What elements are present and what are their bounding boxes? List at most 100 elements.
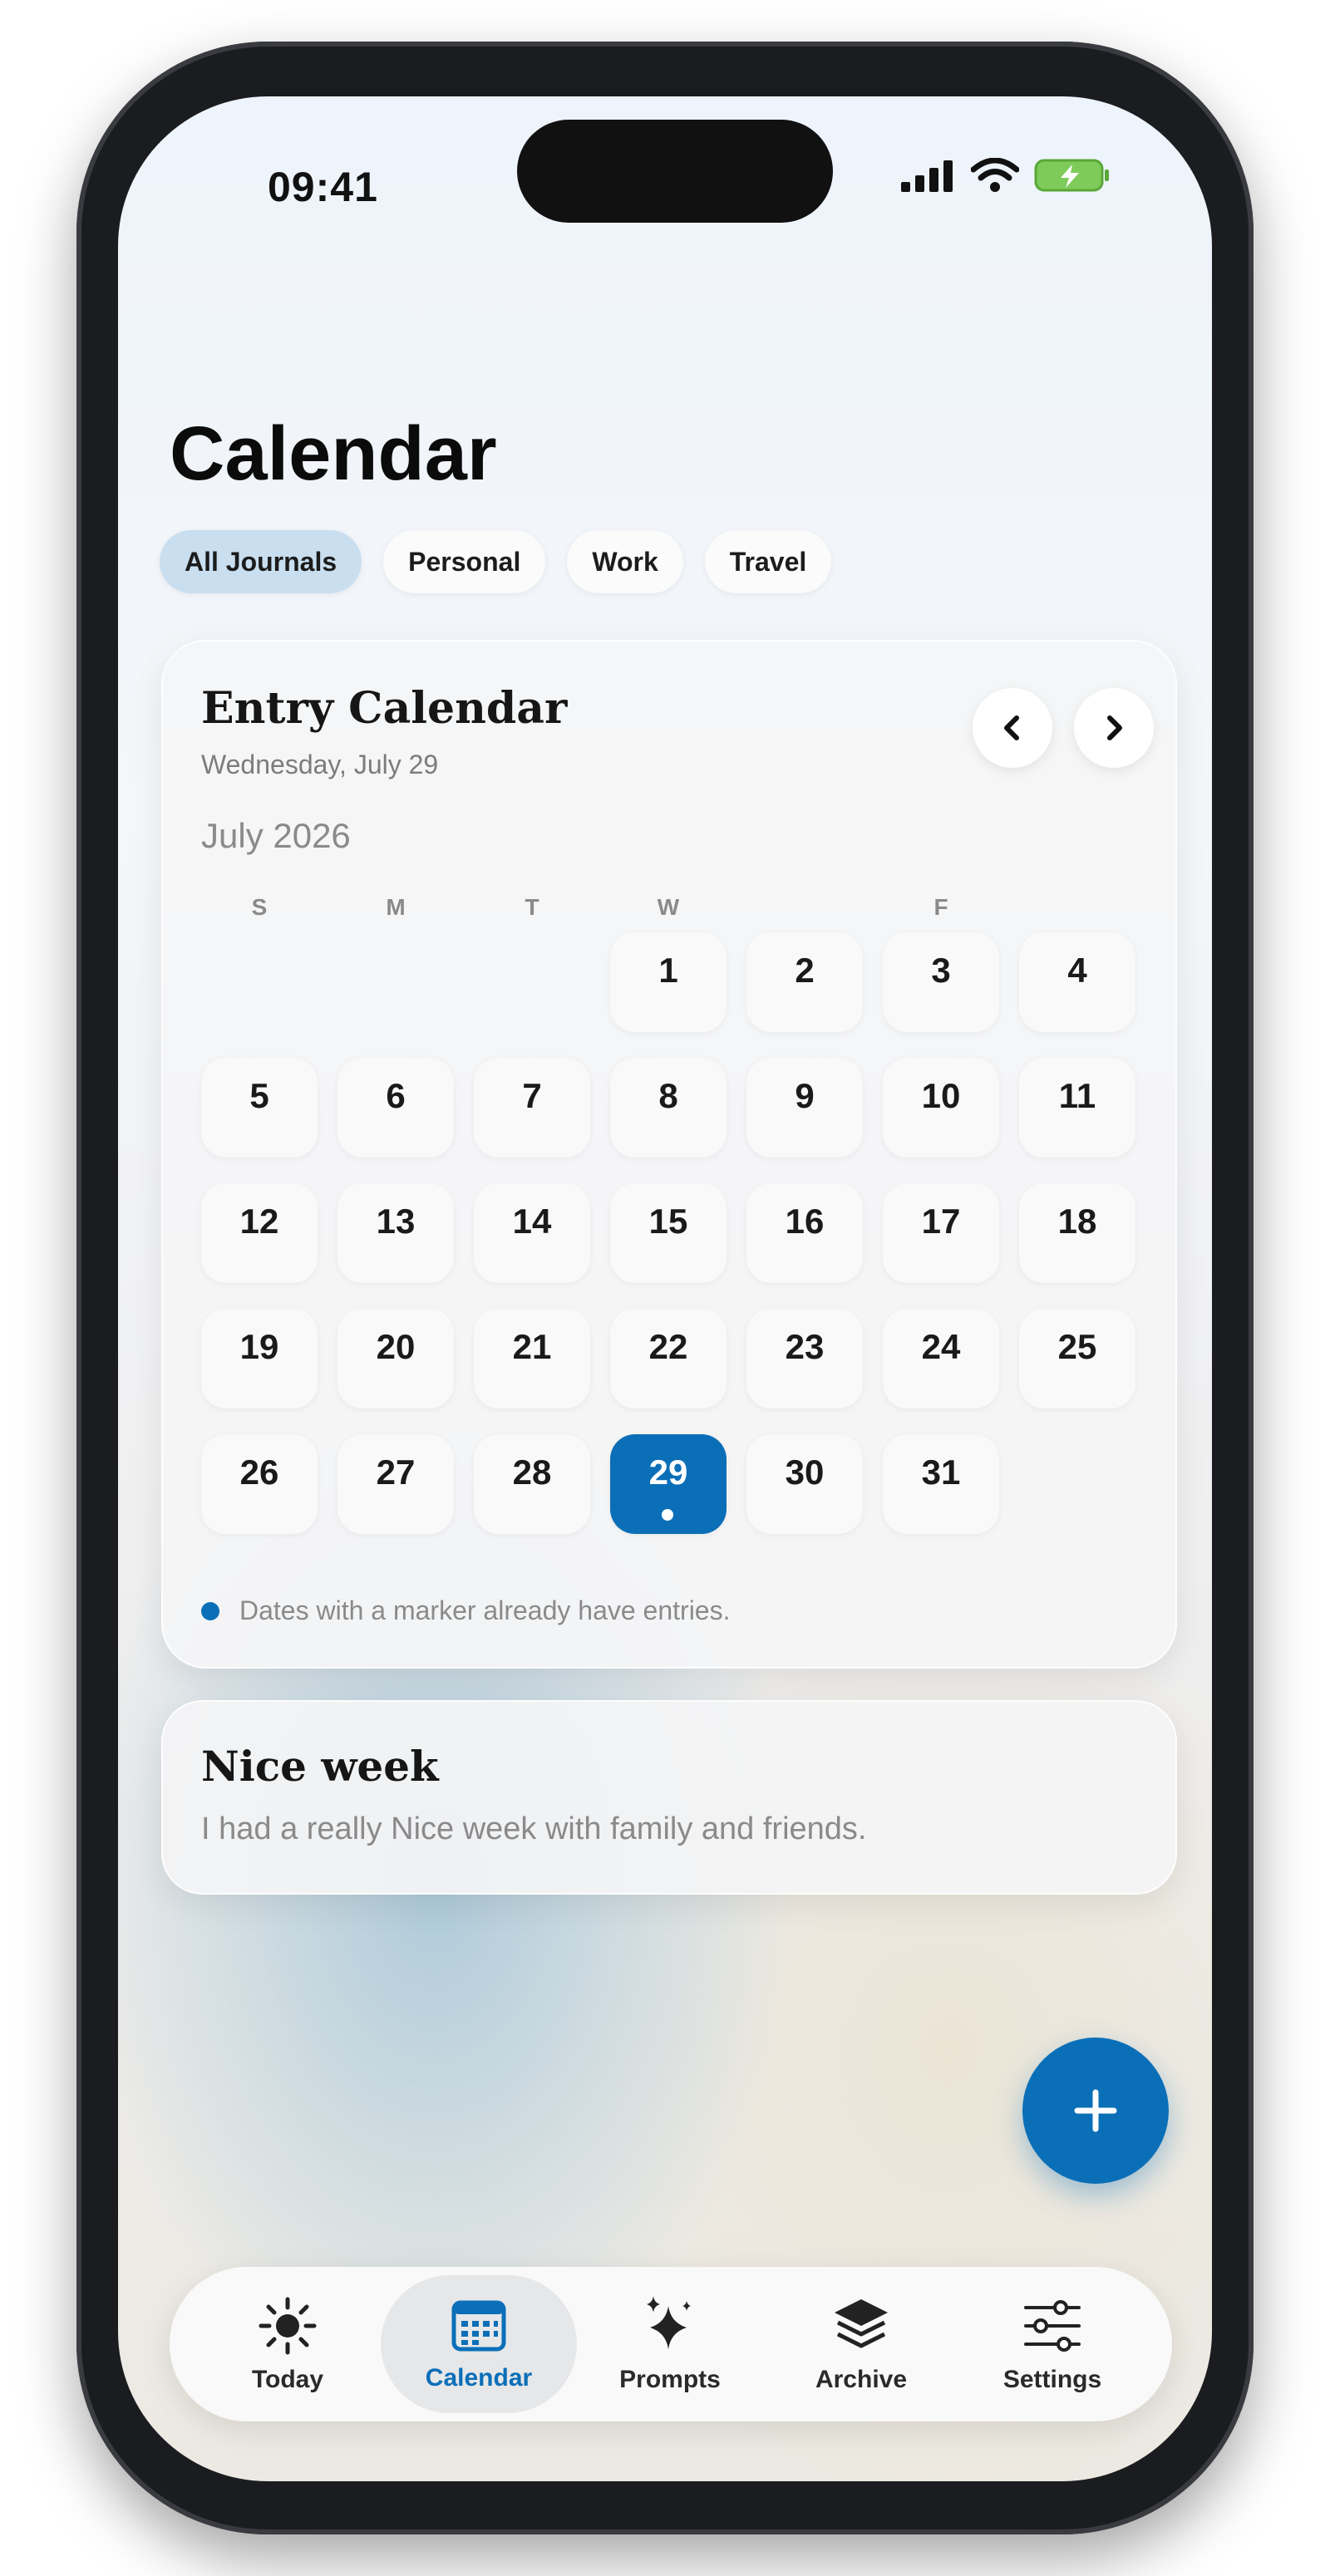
- weekday-header: M: [386, 894, 406, 920]
- calendar-day[interactable]: 7: [474, 1058, 590, 1158]
- calendar-icon: [451, 2300, 506, 2352]
- calendar-day[interactable]: 27: [337, 1434, 454, 1534]
- day-number: 18: [1057, 1202, 1097, 1241]
- day-number: 28: [512, 1453, 552, 1492]
- calendar-day[interactable]: 2: [746, 932, 863, 1032]
- status-icons: [901, 158, 1111, 193]
- calendar-day[interactable]: 15: [610, 1183, 727, 1283]
- calendar-day[interactable]: 9: [746, 1058, 863, 1158]
- entry-title: Nice week: [201, 1742, 439, 1791]
- day-number: 26: [239, 1453, 279, 1492]
- weekday-header: W: [657, 894, 680, 920]
- day-number: 20: [376, 1327, 416, 1366]
- calendar-day[interactable]: 24: [883, 1309, 999, 1408]
- calendar-day[interactable]: 22: [610, 1309, 727, 1408]
- day-number: 22: [648, 1327, 688, 1366]
- calendar-day[interactable]: 13: [337, 1183, 454, 1283]
- tab-archive[interactable]: Archive: [763, 2275, 959, 2413]
- chip-personal[interactable]: Personal: [383, 530, 546, 593]
- calendar-day[interactable]: 16: [746, 1183, 863, 1283]
- entry-preview: I had a really Nice week with family and…: [201, 1812, 867, 1846]
- tab-calendar[interactable]: Calendar: [381, 2275, 577, 2413]
- tab-label: Prompts: [619, 2366, 721, 2393]
- tab-today[interactable]: Today: [190, 2275, 386, 2413]
- day-number: 24: [921, 1327, 961, 1366]
- chip-all-journals[interactable]: All Journals: [160, 530, 362, 593]
- weekday-header: F: [933, 894, 948, 920]
- day-number: 27: [376, 1453, 416, 1492]
- calendar-day[interactable]: 10: [883, 1058, 999, 1158]
- calendar-day[interactable]: 11: [1019, 1058, 1135, 1158]
- calendar-day[interactable]: 28: [474, 1434, 590, 1534]
- entry-marker-dot: [201, 1601, 219, 1620]
- tab-bar: Today Calendar Prompts Archive Settings: [170, 2267, 1172, 2421]
- calendar-day[interactable]: 20: [337, 1309, 454, 1408]
- calendar-day[interactable]: 23: [746, 1309, 863, 1408]
- calendar-day[interactable]: 5: [201, 1058, 318, 1158]
- calendar-day[interactable]: 6: [337, 1058, 454, 1158]
- day-number: 17: [921, 1202, 961, 1241]
- day-number: 29: [648, 1453, 688, 1492]
- day-number: 3: [931, 951, 951, 990]
- sparkles-icon: [647, 2296, 691, 2349]
- selected-date-label: Wednesday, July 29: [201, 750, 439, 779]
- day-number: 31: [921, 1453, 961, 1492]
- day-number: 8: [658, 1076, 678, 1115]
- entry-marker-dot: [662, 1509, 673, 1521]
- calendar-day[interactable]: 31: [883, 1434, 999, 1534]
- calendar-day[interactable]: 26: [201, 1434, 318, 1534]
- battery-charging-icon: [1034, 159, 1109, 192]
- day-number: 1: [658, 951, 678, 990]
- journal-entry-card[interactable]: Nice week I had a really Nice week with …: [161, 1700, 1177, 1895]
- day-number: 5: [249, 1076, 269, 1115]
- calendar-day[interactable]: 4: [1019, 932, 1135, 1032]
- chip-travel[interactable]: Travel: [704, 530, 832, 593]
- day-number: 19: [239, 1327, 279, 1366]
- day-number: 9: [795, 1076, 815, 1115]
- chevron-right-icon: [1107, 715, 1122, 740]
- entry-calendar-card: Entry Calendar Wednesday, July 29 July 2…: [161, 640, 1177, 1669]
- tab-settings[interactable]: Settings: [954, 2275, 1150, 2413]
- day-number: 16: [785, 1202, 825, 1241]
- day-number: 21: [512, 1327, 552, 1366]
- chip-work[interactable]: Work: [567, 530, 683, 593]
- signal-icon: [901, 160, 953, 192]
- calendar-day[interactable]: 30: [746, 1434, 863, 1534]
- day-number: 30: [785, 1453, 825, 1492]
- day-number: 14: [512, 1202, 552, 1241]
- new-entry-button[interactable]: [1022, 2038, 1169, 2184]
- status-time: 09:41: [268, 164, 378, 210]
- previous-month-button[interactable]: [973, 688, 1052, 768]
- chevron-left-icon: [1004, 715, 1019, 740]
- calendar-day-selected[interactable]: 29: [610, 1434, 727, 1534]
- page-title: Calendar: [170, 411, 497, 496]
- calendar-day[interactable]: 8: [610, 1058, 727, 1158]
- sun-icon: [259, 2297, 317, 2355]
- day-number: 15: [648, 1202, 688, 1241]
- calendar-day[interactable]: 3: [883, 932, 999, 1032]
- calendar-day[interactable]: 14: [474, 1183, 590, 1283]
- plus-icon: [1074, 2089, 1117, 2132]
- tab-prompts[interactable]: Prompts: [572, 2275, 768, 2413]
- tab-label: Calendar: [425, 2364, 533, 2392]
- day-number: 13: [376, 1202, 416, 1241]
- tab-label: Archive: [815, 2366, 908, 2393]
- weekday-header: T: [525, 894, 539, 920]
- calendar-day[interactable]: 19: [201, 1309, 318, 1408]
- entries-legend: Dates with a marker already have entries…: [201, 1595, 730, 1626]
- day-number: 12: [239, 1202, 279, 1241]
- day-number: 7: [522, 1076, 542, 1115]
- calendar-day[interactable]: 12: [201, 1183, 318, 1283]
- legend-text: Dates with a marker already have entries…: [239, 1595, 731, 1625]
- dynamic-island: [517, 120, 833, 223]
- calendar-day[interactable]: 25: [1019, 1309, 1135, 1408]
- calendar-day[interactable]: 18: [1019, 1183, 1135, 1283]
- day-number: 11: [1058, 1076, 1096, 1115]
- calendar-day[interactable]: 21: [474, 1309, 590, 1408]
- tab-label: Today: [251, 2366, 324, 2393]
- phone-frame: 09:41 Calendar All Journals Personal Wor…: [76, 42, 1254, 2534]
- next-month-button[interactable]: [1074, 688, 1154, 768]
- calendar-day[interactable]: 1: [610, 932, 727, 1032]
- calendar-day[interactable]: 17: [883, 1183, 999, 1283]
- wifi-icon: [971, 158, 1019, 192]
